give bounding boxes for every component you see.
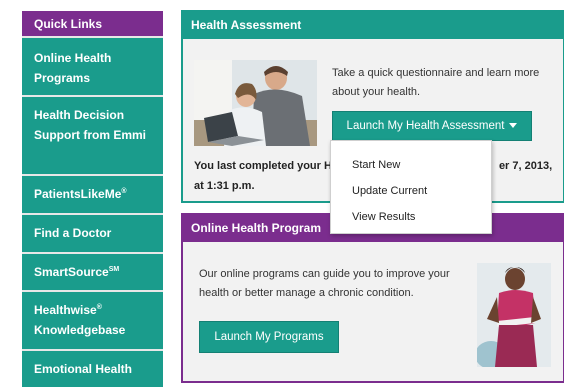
quick-links-header: Quick Links [22,11,163,38]
service-mark: SM [108,266,120,273]
last-completed-time: at 1:31 p.m. [194,180,255,192]
sidebar-item-patientslikeme[interactable]: PatientsLikeMe® [22,176,163,215]
launch-health-assessment-label: Launch My Health Assessment [346,120,505,132]
quick-links-sidebar: Quick Links Online Health Programs Healt… [22,11,163,387]
sidebar-item-label: PatientsLikeMe [34,187,122,201]
sidebar-item-find-a-doctor[interactable]: Find a Doctor [22,215,163,254]
couple-at-laptop-illustration [194,60,317,146]
sidebar-item-label: Emotional Health [34,362,133,376]
sidebar-item-online-health-programs[interactable]: Online Health Programs [22,38,163,97]
sidebar-item-label: Online Health Programs [34,51,112,85]
menu-item-view-results[interactable]: View Results [331,204,491,230]
sidebar-item-label: Find a Doctor [34,226,112,240]
sidebar-item-label-line2: Knowledgebase [34,323,126,337]
woman-measuring-waist-illustration [477,263,551,367]
sidebar-item-health-decision-support[interactable]: Health Decision Support from Emmi [22,97,163,176]
health-assessment-title: Health Assessment [183,12,563,39]
launch-health-assessment-button[interactable]: Launch My Health Assessment [332,111,532,141]
woman-measuring-waist-photo [477,263,551,367]
last-completed-tail: er 7, 2013, [498,160,553,172]
registered-mark: ® [121,188,127,195]
last-completed-start: You last completed your H [194,160,332,172]
menu-item-start-new[interactable]: Start New [331,152,491,178]
launch-my-programs-button[interactable]: Launch My Programs [199,321,339,353]
health-assessment-dropdown-menu: Start New Update Current View Results [330,140,492,234]
health-assessment-description: Take a quick questionnaire and learn mor… [332,67,540,98]
sidebar-item-label: SmartSource [34,265,109,279]
sidebar-item-label: Healthwise [34,303,97,317]
sidebar-item-healthwise-knowledgebase[interactable]: Healthwise® Knowledgebase [22,292,163,351]
menu-item-update-current[interactable]: Update Current [331,178,491,204]
online-health-programs-panel: Online Health Program Our online program… [181,213,564,383]
online-programs-description: Our online programs can guide you to imp… [199,268,450,299]
caret-down-icon [509,123,518,129]
sidebar-item-emotional-health[interactable]: Emotional Health [22,351,163,387]
sidebar-item-label: Health Decision Support from Emmi [34,108,147,142]
registered-mark: ® [96,304,102,311]
sidebar-item-smartsource[interactable]: SmartSourceSM [22,254,163,292]
couple-at-laptop-photo [194,60,317,146]
